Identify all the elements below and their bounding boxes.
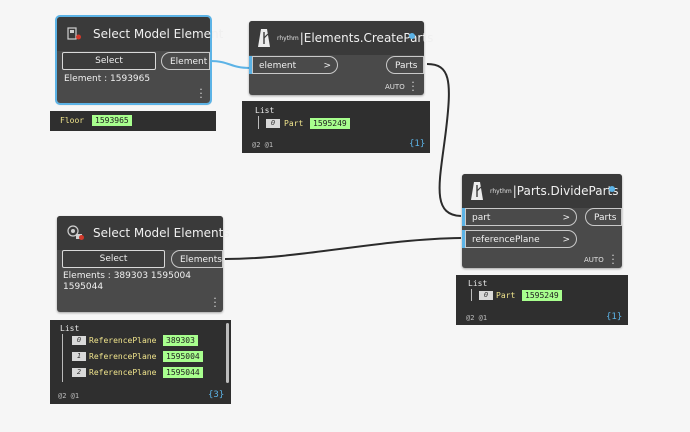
preview-index: 0	[72, 336, 86, 345]
node-title: |Parts.DivideParts	[512, 184, 619, 198]
preview-count: {3}	[208, 390, 225, 400]
output-port-parts[interactable]: Parts	[386, 56, 424, 74]
input-port-referenceplane[interactable]: referencePlane >	[465, 230, 577, 248]
node-header[interactable]: rhythm |Parts.DivideParts	[462, 174, 622, 208]
preview-index: 0	[266, 119, 280, 128]
preview-index: 1	[72, 352, 86, 361]
node-parts-divideparts[interactable]: rhythm |Parts.DivideParts part > referen…	[462, 174, 622, 269]
rhythm-icon	[257, 28, 271, 48]
lacing-label[interactable]: AUTO	[584, 256, 604, 264]
graph-canvas[interactable]: Select Model Element Select Element Elem…	[0, 0, 690, 432]
select-model-elements-icon	[67, 225, 84, 241]
preview-referenceplanes: List 0 ReferencePlane 389303 1 Reference…	[50, 320, 231, 404]
node-prefix: rhythm	[490, 187, 512, 195]
node-select-model-elements[interactable]: Select Model Elements Select Elements El…	[57, 216, 230, 312]
wire-elements-to-referenceplane[interactable]	[224, 237, 462, 260]
preview-footer: @2 @1	[252, 141, 274, 149]
select-button[interactable]: Select	[62, 250, 165, 268]
preview-count: {1}	[606, 312, 623, 322]
more-options-icon[interactable]: · · ·	[411, 77, 415, 96]
input-port-part[interactable]: part >	[465, 208, 577, 226]
preview-value: 1595004	[163, 351, 203, 362]
preview-value: 389303	[163, 335, 198, 346]
node-prefix: rhythm	[277, 34, 299, 42]
tree-line	[471, 289, 472, 301]
preview-list-label: List	[60, 324, 80, 333]
output-port-parts[interactable]: Parts	[585, 208, 622, 226]
preview-scrollbar[interactable]	[226, 323, 229, 383]
preview-value: 1595044	[163, 367, 203, 378]
input-label: referencePlane	[472, 235, 540, 245]
preview-list-label: List	[468, 279, 488, 288]
preview-list-label: List	[255, 106, 275, 115]
node-select-model-element[interactable]: Select Model Element Select Element Elem…	[55, 15, 223, 105]
more-options-icon[interactable]: · · ·	[213, 293, 217, 312]
select-button[interactable]: Select	[62, 52, 156, 70]
more-options-icon[interactable]: · · ·	[199, 84, 203, 103]
input-label: part	[472, 213, 491, 223]
preview-divideparts: List 0 Part 1595249 @2 @1 {1}	[456, 275, 628, 325]
preview-value: 1595249	[310, 118, 350, 129]
more-options-icon[interactable]: · · ·	[611, 250, 615, 269]
node-header[interactable]: Select Model Elements	[57, 216, 230, 250]
preview-footer: @2 @1	[466, 314, 488, 322]
preview-footer: @2 @1	[58, 392, 80, 400]
tree-line	[62, 334, 63, 382]
preview-type: Part	[496, 291, 516, 300]
preview-createparts: List 0 Part 1595249 @2 @1 {1}	[242, 101, 430, 153]
node-elements-createparts[interactable]: rhythm |Elements.CreateParts element > P…	[249, 21, 433, 96]
input-port-element[interactable]: element >	[252, 56, 338, 74]
preview-type: Floor	[60, 116, 85, 125]
element-info-text: Element : 1593965	[64, 74, 151, 84]
chevron-right-icon: >	[562, 235, 570, 245]
chevron-right-icon: >	[562, 213, 570, 223]
node-header[interactable]: Select Model Element	[57, 17, 223, 51]
select-model-element-icon	[67, 26, 83, 42]
preview-type: Part	[284, 119, 304, 128]
output-port-elements[interactable]: Elements	[171, 250, 223, 268]
rhythm-icon	[470, 181, 484, 201]
preview-value: 1593965	[92, 115, 132, 126]
input-label: element	[259, 61, 297, 71]
preview-type: ReferencePlane	[89, 336, 157, 345]
chevron-right-icon: >	[323, 61, 331, 71]
status-dot	[609, 186, 615, 192]
status-dot	[409, 33, 415, 39]
preview-type: ReferencePlane	[89, 368, 157, 377]
node-title: Select Model Element	[93, 27, 224, 41]
tree-line	[258, 116, 259, 129]
preview-index: 0	[479, 291, 493, 300]
node-header[interactable]: rhythm |Elements.CreateParts	[249, 21, 433, 55]
node-title: Select Model Elements	[93, 226, 230, 240]
lacing-label[interactable]: AUTO	[385, 83, 405, 91]
preview-floor: Floor 1593965	[50, 111, 216, 131]
preview-type: ReferencePlane	[89, 352, 157, 361]
preview-value: 1595249	[522, 290, 562, 301]
preview-index: 2	[72, 368, 86, 377]
output-port-element[interactable]: Element	[161, 52, 210, 70]
wire-element-to-createparts[interactable]	[209, 60, 251, 69]
wire-parts-to-divideparts[interactable]	[426, 63, 462, 217]
elements-info-line2: 1595044	[63, 282, 104, 292]
preview-count: {1}	[409, 139, 426, 149]
